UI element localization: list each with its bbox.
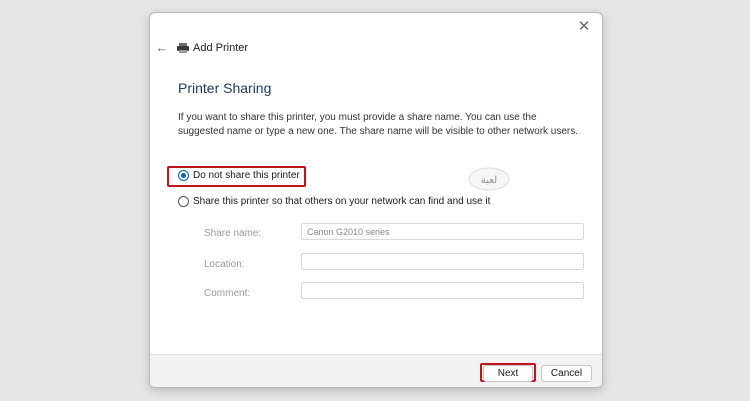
window-title: Add Printer [193,42,249,54]
radio-button-unselected[interactable] [178,196,189,207]
add-printer-dialog: ✕ ← Add Printer Printer Sharing If you w… [149,12,603,388]
location-label: Location: [204,259,245,270]
title-bar: Add Printer [176,40,248,56]
comment-label: Comment: [204,288,251,299]
location-input[interactable] [301,253,584,270]
radio-do-not-share[interactable]: Do not share this printer [178,170,300,181]
page-heading: Printer Sharing [178,80,272,96]
back-arrow-icon[interactable]: ← [154,40,170,56]
radio-share-printer[interactable]: Share this printer so that others on you… [178,196,490,207]
printer-icon [177,43,189,53]
watermark-logo: لعبة [468,167,510,191]
cancel-button[interactable]: Cancel [541,365,592,382]
comment-input[interactable] [301,282,584,299]
radio-button-selected[interactable] [178,170,189,181]
close-icon[interactable]: ✕ [574,18,594,36]
share-name-label: Share name: [204,228,262,239]
page-description: If you want to share this printer, you m… [178,112,579,137]
next-button[interactable]: Next [483,365,533,382]
radio-label-share-printer: Share this printer so that others on you… [193,196,491,207]
share-name-input[interactable] [301,223,584,240]
radio-label-do-not-share: Do not share this printer [193,170,300,181]
svg-text:لعبة: لعبة [481,175,497,186]
